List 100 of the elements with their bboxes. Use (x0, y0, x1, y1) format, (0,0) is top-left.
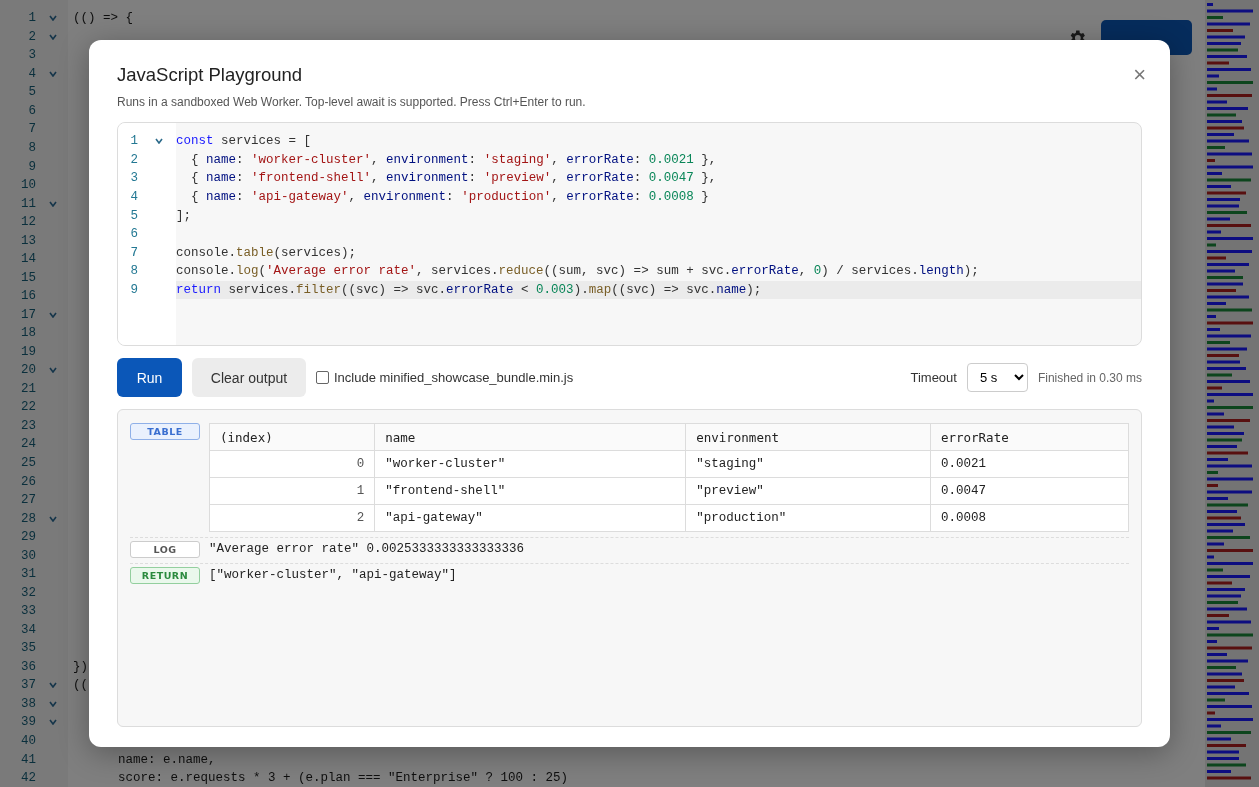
table-badge: TABLE (130, 423, 200, 440)
line-number: 17 (20, 307, 36, 322)
line-number: 7 (27, 122, 36, 137)
line-number: 2 (27, 29, 36, 44)
code-line: return services.filter((svc) => svc.errorRate < 0.003).map((svc) => svc.name); (176, 283, 762, 298)
fold-chevron-icon[interactable] (49, 33, 57, 40)
column-header: errorRate (930, 423, 1129, 451)
timeout-select[interactable]: 5 s (966, 363, 1028, 392)
line-number: 9 (129, 283, 138, 298)
fold-chevron-icon[interactable] (49, 367, 57, 374)
table-cell: 0.0047 (930, 477, 1129, 505)
fold-chevron-icon[interactable] (49, 682, 57, 689)
table-cell: 0 (209, 450, 375, 478)
column-header: environment (685, 423, 931, 451)
table-cell: 0.0021 (930, 450, 1129, 478)
line-number: 12 (20, 215, 36, 230)
table-cell: 1 (209, 477, 375, 505)
table-cell: 2 (209, 504, 375, 532)
line-number: 26 (20, 474, 36, 489)
line-number: 15 (20, 270, 36, 285)
line-number: 19 (20, 344, 36, 359)
line-number: 24 (20, 437, 36, 452)
line-number: 25 (20, 456, 36, 470)
line-number: 37 (20, 678, 36, 693)
table-cell: "production" (685, 504, 931, 532)
code-line: const services = [ (176, 134, 312, 149)
code-line: { name: 'frontend-shell', environment: 'preview', errorRate: 0.0047 }, (190, 171, 717, 186)
timeout-label: Timeout (910, 370, 957, 385)
close-button[interactable]: × (1133, 64, 1146, 86)
code-line: score: e.requests * 3 + (e.plan === "Enterprise" ? 100 : 25) (117, 771, 569, 786)
return-value: ["worker-cluster", "api-gateway"] (209, 567, 457, 584)
line-number: 2 (129, 152, 138, 167)
code-line: console.log('Average error rate', services.reduce((sum, svc) => sum + svc.errorRate, 0) / services.length); (176, 264, 979, 279)
checkbox-label: Include minified_showcase_bundle.min.js (334, 370, 574, 385)
table-cell: "worker-cluster" (374, 450, 686, 478)
line-number: 39 (20, 715, 36, 730)
dialog-subtitle: Runs in a sandboxed Web Worker. Top-level await is supported. Press Ctrl+Enter to run. (117, 95, 587, 109)
line-number: 3 (129, 171, 138, 186)
line-number: 41 (20, 752, 36, 767)
code-line: (( (73, 678, 88, 693)
fold-chevron-icon[interactable] (49, 200, 57, 207)
return-badge: RETURN (130, 567, 200, 584)
line-number: 30 (20, 548, 36, 563)
table-cell: "preview" (685, 477, 931, 505)
clear-output-button[interactable]: Clear output (192, 358, 306, 397)
code-line: { name: 'api-gateway', environment: 'production', errorRate: 0.0008 } (190, 190, 709, 205)
line-number: 1 (129, 134, 138, 149)
code-editor[interactable] (117, 122, 1142, 346)
line-number: 8 (27, 141, 36, 155)
minimap-drawing[interactable] (1205, 0, 1259, 787)
run-status: Finished in 0.30 ms (1037, 370, 1142, 385)
line-number: 36 (20, 659, 36, 674)
code-line: { name: 'worker-cluster', environment: 'staging', errorRate: 0.0021 }, (190, 152, 717, 167)
line-number: 27 (20, 493, 36, 508)
line-number: 29 (20, 530, 36, 545)
fold-chevron-icon[interactable] (49, 515, 57, 522)
code-line: }) (73, 659, 88, 674)
line-number: 10 (20, 178, 36, 193)
line-number: 4 (27, 66, 36, 81)
code-line: console.table(services); (176, 245, 357, 260)
line-number: 20 (20, 363, 36, 378)
code-line: (() => { (73, 11, 133, 26)
line-number: 32 (20, 585, 36, 600)
fold-chevron-icon[interactable] (49, 311, 57, 318)
code-line: ]; (176, 208, 191, 223)
line-number: 8 (129, 264, 138, 279)
log-badge: LOG (130, 541, 200, 558)
line-number: 14 (20, 252, 36, 267)
line-number: 11 (20, 196, 36, 211)
fold-chevron-icon[interactable] (155, 138, 163, 145)
table-cell: "staging" (685, 450, 931, 478)
line-number: 21 (20, 381, 36, 396)
line-number: 35 (20, 641, 36, 656)
line-number: 1 (27, 11, 36, 26)
line-number: 3 (27, 48, 36, 63)
line-number: 5 (27, 85, 36, 100)
table-cell: "frontend-shell" (374, 477, 686, 505)
fold-chevron-icon[interactable] (49, 719, 57, 726)
line-number: 33 (20, 604, 36, 619)
line-number: 16 (20, 289, 36, 304)
column-header: name (374, 423, 686, 451)
line-number: 18 (20, 326, 36, 341)
fold-chevron-icon[interactable] (49, 15, 57, 22)
line-number: 42 (20, 771, 36, 786)
checkbox[interactable] (316, 371, 329, 384)
fold-chevron-icon[interactable] (49, 700, 57, 707)
code-line: name: e.name, (117, 752, 216, 767)
table-cell: "api-gateway" (374, 504, 686, 532)
line-number: 13 (20, 233, 36, 248)
line-number: 22 (20, 400, 36, 415)
line-number: 6 (27, 103, 36, 118)
column-header: (index) (209, 423, 375, 451)
run-button[interactable]: Run (117, 358, 182, 397)
line-number: 38 (20, 696, 36, 711)
line-number: 7 (129, 245, 138, 260)
fold-chevron-icon[interactable] (49, 70, 57, 77)
line-number: 6 (129, 227, 138, 242)
line-number: 5 (129, 208, 138, 223)
log-message: "Average error rate" 0.0025333333333333336 (209, 541, 525, 558)
line-number: 34 (20, 622, 36, 637)
